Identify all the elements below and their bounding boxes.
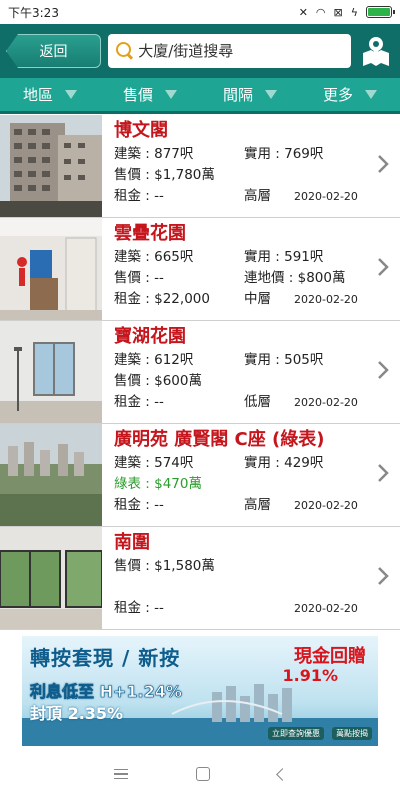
listing-title: 廣明苑 廣賢閣 C座 (綠表) [114, 429, 325, 450]
search-box[interactable] [108, 34, 351, 68]
status-bar: 下午3:23 ✕ ◠ ⊠ ϟ [0, 0, 400, 24]
gross-area: 建築 : 612呎 [114, 352, 194, 368]
banner-headline: 轉按套現 / 新按 [30, 646, 181, 670]
banner-cashback-pct: 1.91% [282, 666, 338, 685]
dropdown-triangle-icon [265, 90, 277, 99]
listing-item[interactable]: 博文閣 建築 : 877呎 實用 : 769呎 售價 : $1,780萬 租金 :… [0, 115, 400, 218]
status-time: 下午3:23 [8, 5, 59, 20]
battery-icon [366, 6, 395, 18]
filter-district[interactable]: 地區 [0, 84, 100, 105]
chevron-right-icon [378, 361, 389, 379]
floor-level: 中層 [244, 291, 271, 307]
gross-area [114, 577, 244, 598]
dropdown-triangle-icon [65, 90, 77, 99]
net-area: 實用 : 429呎 [244, 455, 324, 471]
filter-more[interactable]: 更多 [300, 84, 400, 105]
floor-level: 高層 [244, 188, 271, 204]
listing-photo [0, 218, 102, 320]
sale-price: 售價 : -- [114, 270, 164, 286]
land-price: 連地價 : $800萬 [244, 270, 346, 286]
gross-area: 建築 : 665呎 [114, 249, 194, 265]
net-area: 實用 : 591呎 [244, 249, 324, 265]
rent-price: 租金 : -- [114, 600, 164, 616]
listing-list: 博文閣 建築 : 877呎 實用 : 769呎 售價 : $1,780萬 租金 :… [0, 115, 400, 630]
ad-banner[interactable]: 轉按套現 / 新按 利息低至 H+1.24% 封頂 2.35% 現金回贈 1.9… [22, 636, 378, 746]
floor-level [244, 598, 294, 619]
listing-title: 寶湖花園 [114, 326, 186, 347]
listing-date: 2020-02-20 [294, 499, 358, 512]
listing-title: 南圍 [114, 532, 150, 553]
dropdown-triangle-icon [165, 90, 177, 99]
banner-footer: 立即查詢優惠 萬點按揭 [268, 727, 372, 740]
top-toolbar: 返回 [0, 24, 400, 78]
map-pin-icon [363, 37, 389, 66]
listing-photo [0, 424, 102, 526]
system-nav-bar [0, 748, 400, 800]
sale-price: 售價 : $600萬 [114, 373, 202, 389]
home-icon[interactable] [195, 767, 210, 781]
listing-title: 博文閣 [114, 120, 168, 141]
banner-cashback-title: 現金回贈 [294, 646, 366, 667]
rent-price: 租金 : $22,000 [114, 291, 210, 307]
rent-price: 租金 : -- [114, 188, 164, 204]
listing-item[interactable]: 南圍 售價 : $1,580萬 租金 : -- 2020-02-20 [0, 527, 400, 630]
filter-layout[interactable]: 間隔 [200, 84, 300, 105]
floor-level: 低層 [244, 394, 271, 410]
listing-item[interactable]: 廣明苑 廣賢閣 C座 (綠表) 建築 : 574呎 實用 : 429呎 綠表 : … [0, 424, 400, 527]
gross-area: 建築 : 574呎 [114, 455, 194, 471]
menu-icon[interactable] [113, 769, 128, 779]
banner-rate: 利息低至 H+1.24% [30, 682, 182, 702]
charging-icon: ϟ [350, 5, 358, 19]
floor-level: 高層 [244, 497, 271, 513]
sim-icon: ⊠ [333, 5, 343, 19]
listing-photo [0, 115, 102, 217]
listing-item[interactable]: 寶湖花園 建築 : 612呎 實用 : 505呎 售價 : $600萬 租金 : … [0, 321, 400, 424]
listing-date: 2020-02-20 [294, 190, 358, 203]
sale-price: 售價 : $1,580萬 [114, 558, 215, 574]
dropdown-triangle-icon [365, 90, 377, 99]
filter-bar: 地區 售價 間隔 更多 [0, 78, 400, 114]
search-icon [116, 42, 132, 60]
wifi-icon: ◠ [315, 5, 326, 19]
chevron-right-icon [378, 567, 389, 585]
chevron-right-icon [378, 258, 389, 276]
back-icon[interactable] [275, 767, 289, 781]
listing-date: 2020-02-20 [294, 396, 358, 409]
chevron-right-icon [378, 155, 389, 173]
net-area: 實用 : 769呎 [244, 146, 324, 162]
search-input[interactable] [138, 42, 343, 60]
listing-photo [0, 321, 102, 423]
back-button[interactable]: 返回 [6, 34, 101, 68]
rent-price: 租金 : -- [114, 394, 164, 410]
listing-date: 2020-02-20 [294, 602, 358, 615]
listing-title: 雲疊花園 [114, 223, 186, 244]
banner-whatsapp-label: 立即查詢優惠 [268, 727, 324, 740]
filter-price[interactable]: 售價 [100, 84, 200, 105]
gross-area: 建築 : 877呎 [114, 146, 194, 162]
green-form-price: 綠表 : $470萬 [114, 476, 202, 492]
rent-price: 租金 : -- [114, 497, 164, 513]
banner-cap: 封頂 2.35% [30, 704, 124, 723]
banner-brand-label: 萬點按揭 [332, 727, 372, 740]
chevron-right-icon [378, 464, 389, 482]
listing-date: 2020-02-20 [294, 293, 358, 306]
sale-price: 售價 : $1,780萬 [114, 167, 215, 183]
listing-item[interactable]: 雲疊花園 建築 : 665呎 實用 : 591呎 售價 : -- 連地價 : $80… [0, 218, 400, 321]
status-icons: ✕ ◠ ⊠ ϟ [298, 5, 395, 19]
net-area: 實用 : 505呎 [244, 352, 324, 368]
mute-icon: ✕ [298, 5, 308, 19]
listing-photo [0, 527, 102, 629]
map-button[interactable] [358, 33, 394, 69]
